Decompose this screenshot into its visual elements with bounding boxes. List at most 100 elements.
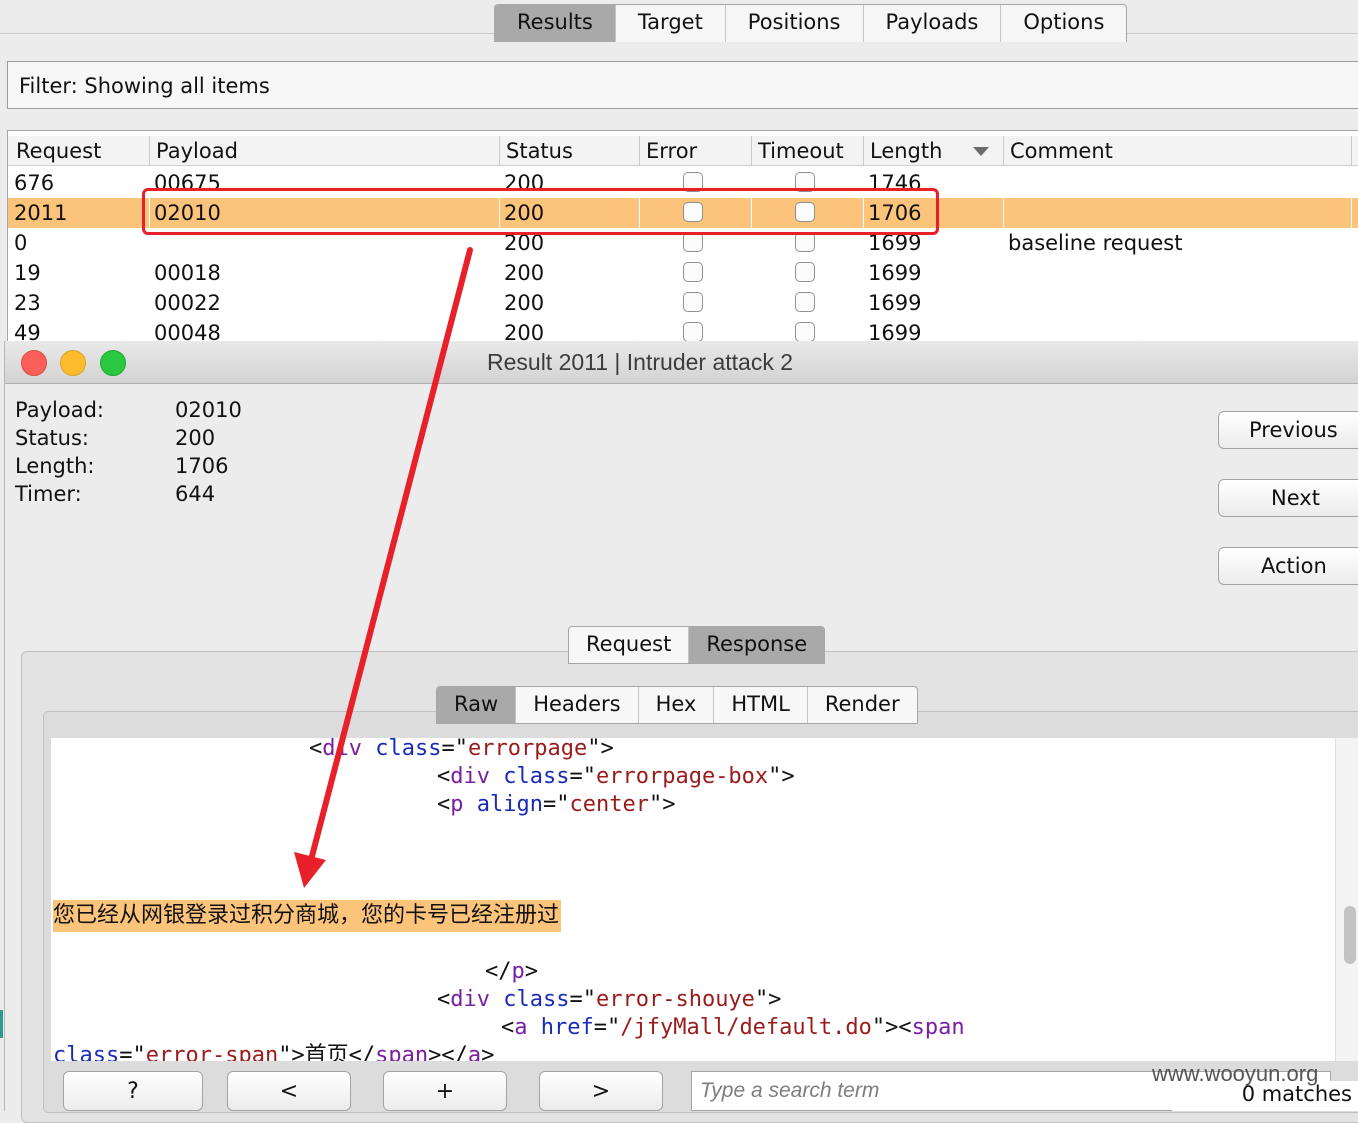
column-header-comment[interactable]: Comment (1004, 136, 1352, 165)
cell-request: 2011 (10, 198, 150, 228)
info-label: Payload: (15, 398, 104, 422)
tab-raw[interactable]: Raw (437, 687, 517, 723)
scrollbar-thumb[interactable] (1344, 906, 1356, 964)
cell-comment (1004, 198, 1352, 228)
cell-comment (1004, 258, 1352, 288)
error-checkbox[interactable] (683, 322, 703, 341)
timeout-checkbox[interactable] (795, 292, 815, 312)
cell-request: 676 (14, 171, 55, 195)
column-header-payload[interactable]: Payload (150, 136, 500, 165)
watermark: www.wooyun.org (1152, 1061, 1319, 1086)
view-tabs: Raw Headers Hex HTML Render (436, 686, 918, 724)
sort-descending-icon (973, 147, 989, 156)
error-checkbox[interactable] (683, 202, 703, 222)
cell-length: 1706 (864, 198, 1004, 228)
tab-request[interactable]: Request (569, 627, 690, 663)
table-row-selected[interactable]: 2011 02010 200 1706 (8, 198, 1358, 228)
cell-comment: baseline request (1008, 231, 1183, 255)
tab-hex[interactable]: Hex (639, 687, 715, 723)
column-header-timeout[interactable]: Timeout (752, 136, 864, 165)
tab-html[interactable]: HTML (714, 687, 808, 723)
cell-length: 1699 (868, 231, 922, 255)
column-header-request[interactable]: Request (10, 136, 150, 165)
column-header-status[interactable]: Status (500, 136, 640, 165)
tab-render[interactable]: Render (808, 687, 917, 723)
tab-positions[interactable]: Positions (726, 5, 864, 42)
timeout-checkbox[interactable] (795, 202, 815, 222)
dialog-titlebar[interactable]: Result 2011 | Intruder attack 2 (5, 341, 1358, 384)
timeout-checkbox[interactable] (795, 262, 815, 282)
column-header-error[interactable]: Error (640, 136, 752, 165)
code-line: class="error-span">首页</span></a> (53, 1043, 495, 1061)
error-checkbox[interactable] (683, 292, 703, 312)
cell-payload: 00048 (154, 321, 221, 342)
cell-request: 0 (14, 231, 28, 255)
cell-status: 200 (500, 198, 640, 228)
cell-error (640, 288, 752, 318)
code-line: <p align="center"> (437, 792, 676, 817)
error-checkbox[interactable] (683, 262, 703, 282)
add-button[interactable]: + (383, 1071, 507, 1111)
table-row[interactable]: 19 00018 200 1699 (8, 258, 1358, 288)
timeout-checkbox[interactable] (795, 172, 815, 192)
tab-results[interactable]: Results (495, 5, 616, 42)
tab-target[interactable]: Target (616, 5, 726, 42)
timeout-checkbox[interactable] (795, 322, 815, 341)
info-label: Timer: (15, 482, 82, 506)
table-row[interactable]: 49 00048 200 1699 (8, 318, 1358, 342)
filter-bar[interactable]: Filter: Showing all items (7, 61, 1358, 109)
tab-payloads[interactable]: Payloads (864, 5, 1002, 42)
info-value: 02010 (175, 398, 242, 422)
cell-comment (1004, 168, 1352, 198)
cell-payload: 02010 (150, 198, 500, 228)
table-row[interactable]: 0 200 1699 baseline request (8, 228, 1358, 258)
info-label: Length: (15, 454, 95, 478)
cell-timeout (752, 288, 864, 318)
help-button[interactable]: ? (63, 1071, 203, 1111)
next-match-button[interactable]: > (539, 1071, 663, 1111)
cell-timeout (752, 198, 864, 228)
cell-request: 19 (14, 261, 41, 285)
cell-error (640, 228, 752, 258)
cell-error (640, 198, 752, 228)
editor-scrollbar[interactable] (1335, 738, 1358, 1061)
info-value: 644 (175, 482, 216, 506)
table-header: Request Payload Status Error Timeout Len… (8, 136, 1358, 166)
cell-length: 1746 (868, 171, 922, 195)
tab-headers[interactable]: Headers (516, 687, 639, 723)
cell-status: 200 (504, 261, 545, 285)
cell-status: 200 (504, 321, 545, 342)
previous-button[interactable]: Previous (1218, 411, 1358, 449)
error-checkbox[interactable] (683, 172, 703, 192)
previous-match-button[interactable]: < (227, 1071, 351, 1111)
main-tab-bar: Results Target Positions Payloads Option… (494, 4, 1128, 42)
next-button[interactable]: Next (1218, 479, 1358, 517)
response-raw-editor[interactable]: <div class="errorpage"> <div class="erro… (51, 738, 1335, 1061)
cell-comment (1004, 318, 1352, 341)
error-checkbox[interactable] (683, 232, 703, 252)
tab-response[interactable]: Response (689, 627, 825, 663)
results-table: Request Payload Status Error Timeout Len… (7, 130, 1358, 342)
dialog-title: Result 2011 | Intruder attack 2 (487, 349, 793, 375)
cell-timeout (752, 258, 864, 288)
cell-comment (1004, 288, 1352, 318)
info-value: 1706 (175, 454, 229, 478)
cell-length: 1699 (868, 291, 922, 315)
table-row[interactable]: 23 00022 200 1699 (8, 288, 1358, 318)
request-response-tabs: Request Response (568, 626, 826, 664)
column-header-length[interactable]: Length (864, 136, 1004, 165)
cell-timeout (752, 168, 864, 198)
cell-error (640, 318, 752, 341)
tab-options[interactable]: Options (1001, 5, 1126, 42)
cell-timeout (752, 318, 864, 341)
timeout-checkbox[interactable] (795, 232, 815, 252)
action-button[interactable]: Action (1218, 547, 1358, 585)
cell-status: 200 (504, 291, 545, 315)
table-row[interactable]: 676 00675 200 1746 (8, 168, 1358, 198)
cell-payload: 00018 (154, 261, 221, 285)
cell-request: 23 (14, 291, 41, 315)
cell-status: 200 (504, 231, 545, 255)
cell-payload (150, 228, 500, 258)
code-line: <div class="error-shouye"> (437, 987, 782, 1012)
code-line: <a href="/jfyMall/default.do"><span (501, 1015, 965, 1040)
